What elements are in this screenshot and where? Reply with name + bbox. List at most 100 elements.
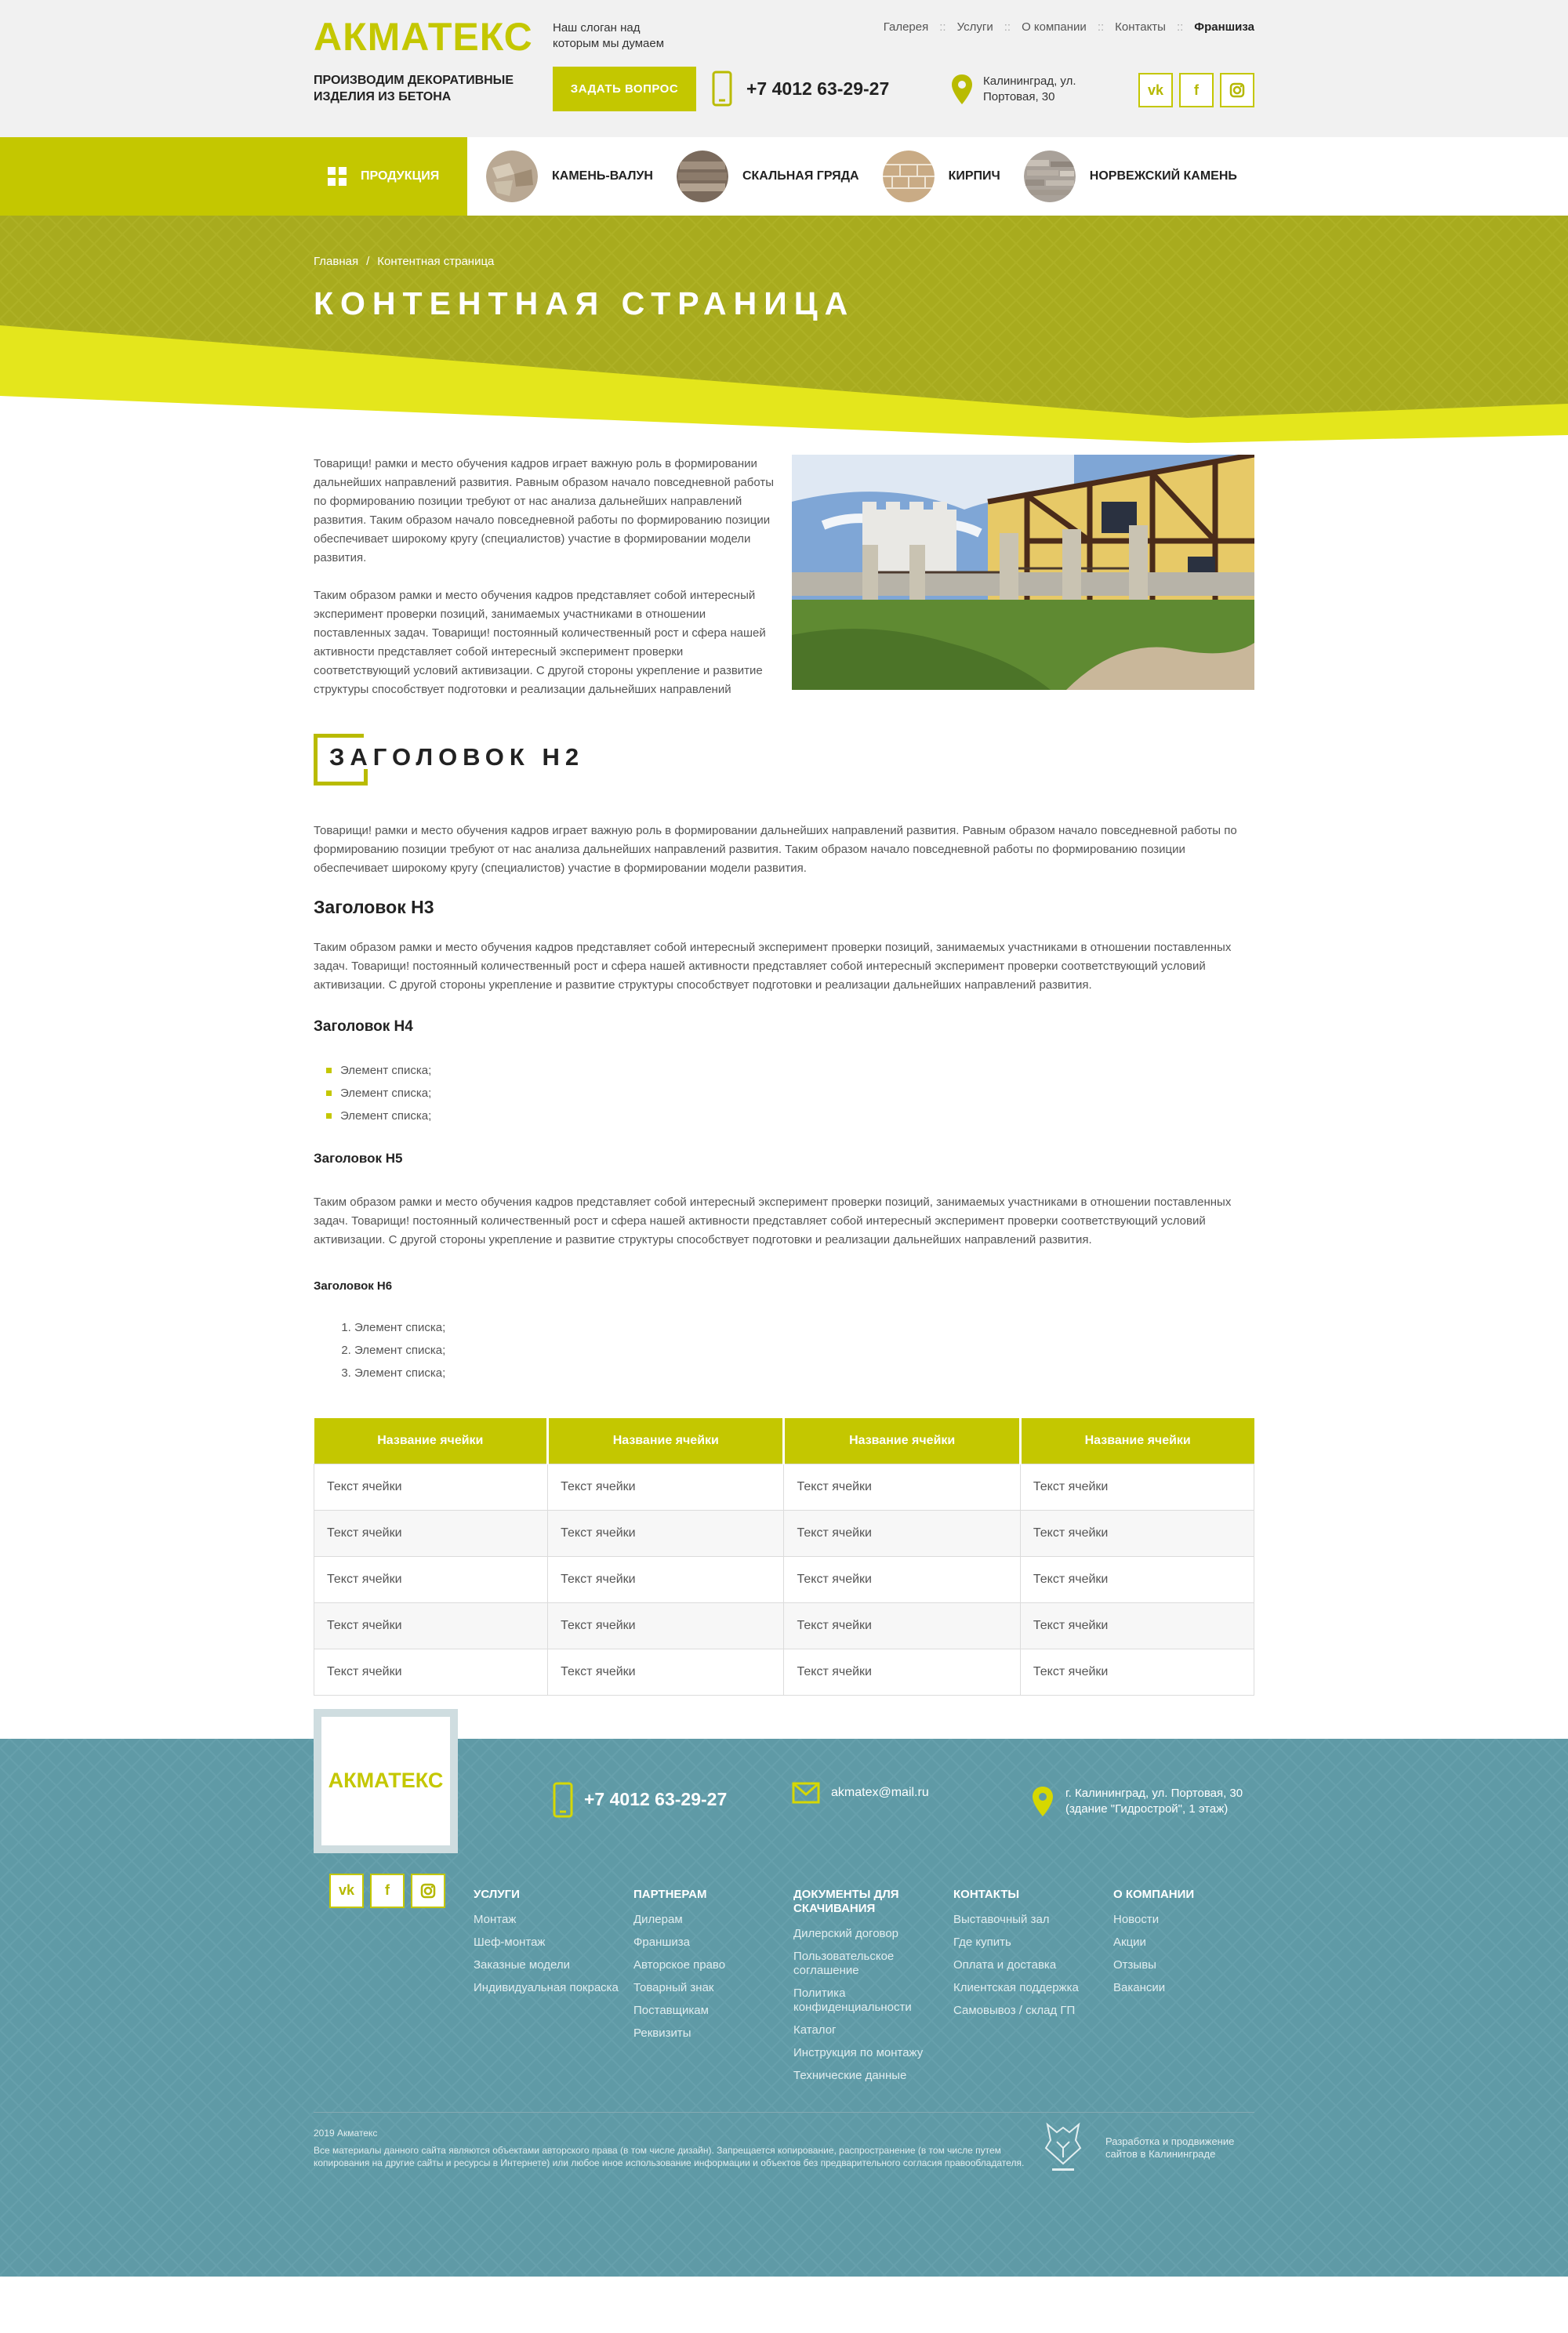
site-header: АКМАТЕКС Наш слоган над которым мы думае… [0,0,1568,137]
list-item: Элемент списка; [326,1105,1254,1127]
nav-services[interactable]: Услуги [957,20,993,34]
footer-link[interactable]: Индивидуальная покраска [474,1981,633,1995]
footer-link[interactable]: Клиентская поддержка [953,1981,1113,1995]
footer-email[interactable]: akmatex@mail.ru [792,1782,929,1804]
category-skalnaya-gryada[interactable]: Скальная гряда [676,151,859,202]
nav-separator: :: [1004,20,1011,34]
footer-link[interactable]: Реквизиты [633,2026,793,2041]
slogan: Наш слоган над которым мы думаем [553,21,665,50]
footer-link[interactable]: Отзывы [1113,1958,1273,1972]
footer-link[interactable]: Акции [1113,1936,1273,1950]
footer-phone-number[interactable]: +7 4012 63-29-27 [584,1789,727,1810]
header-phone[interactable]: +7 4012 63-29-27 [712,71,889,107]
footer-link[interactable]: Выставочный зал [953,1913,1113,1927]
table-cell: Текст ячейки [783,1648,1021,1696]
footer-link[interactable]: Франшиза [633,1936,793,1950]
developer-credit[interactable]: Разработка и продвижение сайтов в Калини… [1041,2121,1254,2175]
category-label: Скальная гряда [742,169,859,183]
footer-logo-box[interactable]: АКМАТЕКС [314,1708,458,1853]
footer-link[interactable]: Пользовательское соглашение [793,1950,953,1978]
facebook-icon[interactable]: f [1179,73,1214,107]
table-cell: Текст ячейки [313,1602,549,1649]
footer-columns: Услуги Монтаж Шеф-монтаж Заказные модели… [474,1888,1273,2092]
footer-col-services: Услуги Монтаж Шеф-монтаж Заказные модели… [474,1888,633,2092]
table-cell: Текст ячейки [547,1555,785,1603]
logo[interactable]: АКМАТЕКС [314,14,533,60]
instagram-icon[interactable] [1220,73,1254,107]
footer-link[interactable]: Технические данные [793,2069,953,2083]
bullet-list: Элемент списка; Элемент списка; Элемент … [314,1059,1254,1127]
developer-text[interactable]: Разработка и продвижение сайтов в Калини… [1105,2135,1254,2161]
numbered-list: Элемент списка; Элемент списка; Элемент … [314,1316,1254,1384]
footer-link[interactable]: Монтаж [474,1913,633,1927]
table-cell: Текст ячейки [783,1602,1021,1649]
paragraph-3: Таким образом рамки и место обучения кад… [314,1196,1232,1246]
nav-about[interactable]: О компании [1022,20,1087,34]
page-title: Контентная страница [314,285,855,321]
category-kamen-valun[interactable]: Камень-валун [486,151,653,202]
intro-text: Товарищи! рамки и место обучения кадров … [314,455,776,699]
footer-link[interactable]: Поставщикам [633,2004,793,2018]
footer-link[interactable]: Новости [1113,1913,1273,1927]
products-menu-button[interactable]: Продукция [314,167,467,186]
footer-logo[interactable]: АКМАТЕКС [328,1769,444,1793]
nav-separator: :: [939,20,946,34]
heading-h2: Заголовок H2 [329,743,585,771]
table-header-cell: Название ячейки [783,1418,1022,1464]
vk-icon[interactable]: vk [1138,73,1173,107]
nav-contacts[interactable]: Контакты [1115,20,1166,34]
nav-franchise[interactable]: Франшиза [1194,20,1254,34]
footer-link[interactable]: Товарный знак [633,1981,793,1995]
footer-link[interactable]: Каталог [793,2023,953,2037]
footer-link[interactable]: Заказные модели [474,1958,633,1972]
footer-link[interactable]: Оплата и доставка [953,1958,1113,1972]
footer-col-title: Контакты [953,1887,1020,1901]
footer-link[interactable]: Авторское право [633,1958,793,1972]
table-header-cell: Название ячейки [314,1418,550,1464]
vk-icon[interactable]: vk [329,1873,364,1908]
h2-heading-block: Заголовок H2 [314,734,1254,787]
footer-link[interactable]: Дилерам [633,1913,793,1927]
category-norvezhskiy-kamen[interactable]: Норвежский камень [1023,151,1237,202]
nav-gallery[interactable]: Галерея [884,20,929,34]
table-header-row: Название ячейки Название ячейки Название… [314,1418,1254,1464]
footer-link[interactable]: Самовывоз / склад ГП [953,2004,1113,2018]
heading-h3: Заголовок H3 [314,897,434,917]
footer-link[interactable]: Политика конфиденциальности [793,1986,953,2015]
footer-col-documents: Документы для скачивания Дилерский догов… [793,1888,953,2092]
list-item: Элемент списка; [326,1059,1254,1082]
copyright-text: Все материалы данного сайта являются объ… [314,2144,1025,2168]
phone-number[interactable]: +7 4012 63-29-27 [746,78,889,100]
table-cell: Текст ячейки [1019,1555,1255,1603]
phone-icon [712,71,732,107]
table-cell: Текст ячейки [313,1555,549,1603]
ask-question-button[interactable]: Задать вопрос [553,67,696,111]
footer-link[interactable]: Шеф-монтаж [474,1936,633,1950]
table-row: Текст ячейки Текст ячейки Текст ячейки Текс… [313,1555,1255,1603]
footer-link[interactable]: Дилерский договор [793,1927,953,1941]
copyright-year: 2019 Акматекс [314,2127,378,2139]
copyright: 2019 Акматекс Все материалы данного сайт… [314,2127,1035,2169]
stone-thumb-icon [486,151,538,202]
table-row: Текст ячейки Текст ячейки Текст ячейки Текс… [313,1648,1255,1696]
footer-divider [314,2111,1254,2113]
facebook-icon[interactable]: f [370,1873,405,1908]
table-cell: Текст ячейки [547,1648,785,1696]
table-cell: Текст ячейки [547,1463,785,1511]
footer-link[interactable]: Инструкция по монтажу [793,2046,953,2060]
mail-icon [792,1782,820,1803]
table-cell: Текст ячейки [1019,1509,1255,1557]
breadcrumb-home[interactable]: Главная [314,255,358,268]
top-nav: Галерея:: Услуги:: О компании:: Контакты:: Ф… [884,20,1254,34]
category-kirpich[interactable]: Кирпич [882,151,1000,202]
footer-link[interactable]: Где купить [953,1936,1113,1950]
footer-email-address[interactable]: akmatex@mail.ru [831,1786,929,1800]
instagram-icon[interactable] [411,1873,445,1908]
tagline: Производим декоративные изделия из бетон… [314,74,514,103]
rock-thumb-icon [676,151,728,202]
footer-link[interactable]: Вакансии [1113,1981,1273,1995]
category-label: Кирпич [948,169,1000,183]
breadcrumb-separator: / [366,255,370,268]
category-label: Норвежский камень [1089,169,1237,183]
footer-phone[interactable]: +7 4012 63-29-27 [553,1782,727,1818]
